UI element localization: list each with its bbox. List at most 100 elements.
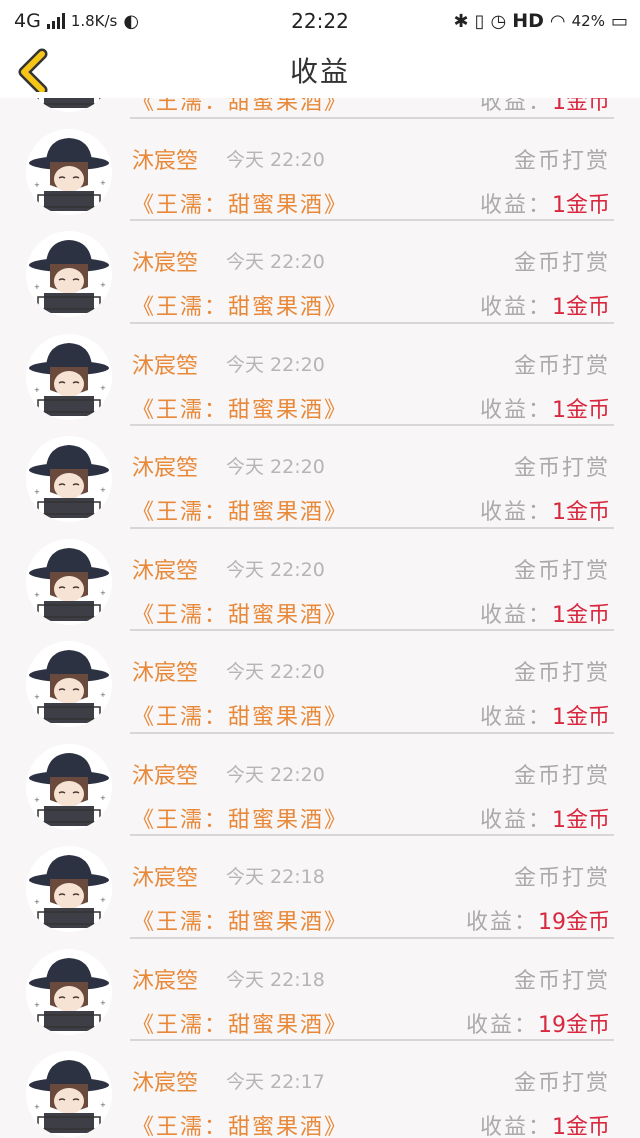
avatar-image: + + <box>26 333 112 420</box>
avatar[interactable]: + + <box>26 436 112 522</box>
amount-value: 1金币 <box>552 397 610 423</box>
svg-text:+: + <box>34 181 40 189</box>
timestamp: 今天 22:20 <box>226 763 325 786</box>
avatar[interactable]: + + <box>26 231 112 317</box>
income-amount: 收益：1金币 <box>480 597 610 629</box>
income-amount: 收益：1金币 <box>480 494 610 526</box>
page-title: 收益 <box>289 55 350 88</box>
work-title[interactable]: 《王濡：甜蜜果酒》 <box>132 289 348 321</box>
work-title[interactable]: 《王濡：甜蜜果酒》 <box>132 699 348 731</box>
svg-text:+: + <box>34 386 40 394</box>
income-amount: 收益：1金币 <box>480 98 610 116</box>
income-label: 收益： <box>465 1012 538 1038</box>
income-label: 收益： <box>479 98 552 115</box>
income-label: 收益： <box>479 602 552 628</box>
income-type: 金币打赏 <box>513 558 610 584</box>
work-title[interactable]: 《王濡：甜蜜果酒》 <box>132 802 348 834</box>
income-label: 收益： <box>479 1115 552 1138</box>
back-button[interactable] <box>14 48 54 96</box>
income-type: 金币打赏 <box>513 763 610 789</box>
list-item[interactable]: + + 沐宸箜 今天 22:20 金币打赏 《王濡：甜蜜果酒》 收益：1金币 <box>0 529 640 631</box>
svg-text:+: + <box>100 896 106 904</box>
svg-text:+: + <box>34 591 40 599</box>
avatar[interactable]: + + <box>26 128 112 215</box>
income-type: 金币打赏 <box>513 353 610 379</box>
avatar[interactable]: + + <box>26 538 112 625</box>
status-left: 4G 1.8K/s ◐ <box>14 10 139 32</box>
list-item[interactable]: + + 沐宸箜 今天 22:20 金币打赏 《王濡：甜蜜果酒》 收益：1金币 <box>0 631 640 734</box>
user-name[interactable]: 沐宸箜 <box>132 245 198 277</box>
list-item[interactable]: + + 沐宸箜 今天 22:20 金币打赏 《王濡：甜蜜果酒》 收益：1金币 <box>0 119 640 221</box>
svg-text:+: + <box>100 486 106 494</box>
avatar[interactable]: + + <box>26 1051 112 1137</box>
svg-text:+: + <box>100 1101 106 1109</box>
bluetooth-icon: ✱ <box>453 10 469 32</box>
income-type: 金币打赏 <box>513 251 610 276</box>
user-name[interactable]: 沐宸箜 <box>132 860 198 892</box>
svg-text:+: + <box>100 589 106 597</box>
income-type: 金币打赏 <box>513 456 610 481</box>
avatar[interactable]: + + <box>26 98 112 112</box>
user-name[interactable]: 沐宸箜 <box>132 450 198 482</box>
list-item[interactable]: + + 沐宸箜 今天 22:20 金币打赏 《王濡：甜蜜果酒》 收益：1金币 <box>0 324 640 426</box>
amount-value: 1金币 <box>552 1115 610 1138</box>
svg-text:+: + <box>100 999 106 1007</box>
work-title[interactable]: 《王濡：甜蜜果酒》 <box>132 1007 348 1039</box>
income-type: 金币打赏 <box>513 866 610 891</box>
income-amount: 收益：19金币 <box>466 904 610 936</box>
amount-value: 1金币 <box>552 500 610 525</box>
list-item[interactable]: + + 沐宸箜 今天 22:17 金币打赏 《王濡：甜蜜果酒》 收益：1金币 <box>0 1041 640 1138</box>
data-saver-icon: ◐ <box>123 10 140 32</box>
svg-text:+: + <box>100 384 106 392</box>
svg-text:+: + <box>100 179 106 187</box>
user-name[interactable]: 沐宸箜 <box>132 348 198 380</box>
list-item[interactable]: + + 沐宸箜 今天 22:20 金币打赏 《王濡：甜蜜果酒》 收益：1金币 <box>0 426 640 529</box>
work-title[interactable]: 《王濡：甜蜜果酒》 <box>132 904 348 936</box>
avatar[interactable]: + + <box>26 641 112 727</box>
avatar[interactable]: + + <box>26 743 112 830</box>
avatar[interactable]: + + <box>26 948 112 1035</box>
svg-text:+: + <box>100 794 106 802</box>
timestamp: 今天 22:17 <box>226 1071 325 1093</box>
work-title[interactable]: 《王濡：甜蜜果酒》 <box>132 597 348 629</box>
wifi-icon: ◠ <box>549 10 566 32</box>
amount-value: 1金币 <box>552 705 610 730</box>
income-label: 收益： <box>479 500 552 525</box>
list-item[interactable]: + + 沐宸箜 今天 22:18 金币打赏 《王濡：甜蜜果酒》 收益：19金币 <box>0 836 640 939</box>
timestamp: 今天 22:20 <box>226 558 325 581</box>
list-item[interactable]: + + 沐宸箜 今天 22:20 金币打赏 《王濡：甜蜜果酒》 收益：1金币 <box>0 221 640 324</box>
svg-text:+: + <box>34 1103 40 1111</box>
network-speed: 1.8K/s <box>70 12 118 30</box>
hd-badge: HD <box>512 10 544 32</box>
work-title[interactable]: 《王濡：甜蜜果酒》 <box>132 1109 348 1138</box>
work-title[interactable]: 《王濡：甜蜜果酒》 <box>132 187 348 219</box>
timestamp: 今天 22:18 <box>226 866 325 888</box>
user-name[interactable]: 沐宸箜 <box>132 655 198 687</box>
work-title[interactable]: 《王濡：甜蜜果酒》 <box>132 494 348 526</box>
signal-icon <box>46 13 65 29</box>
nav-bar: 收益 <box>0 42 640 98</box>
income-amount: 收益：1金币 <box>480 802 610 834</box>
timestamp: 今天 22:20 <box>226 148 325 171</box>
user-name[interactable]: 沐宸箜 <box>132 1065 198 1097</box>
list-item[interactable]: + + 沐宸箜 今天 22:18 金币打赏 《王濡：甜蜜果酒》 收益：19金币 <box>0 939 640 1041</box>
user-name[interactable]: 沐宸箜 <box>132 963 198 995</box>
svg-text:+: + <box>34 796 40 804</box>
list-item[interactable]: + + 《王濡：甜蜜果酒》 收益：1金币 <box>0 98 640 119</box>
avatar[interactable]: + + <box>26 333 112 420</box>
user-name[interactable]: 沐宸箜 <box>132 758 198 790</box>
income-list[interactable]: + + 《王濡：甜蜜果酒》 收益：1金币 + + 沐宸箜 <box>0 98 640 1138</box>
avatar-image: + + <box>26 128 112 215</box>
work-title[interactable]: 《王濡：甜蜜果酒》 <box>132 98 348 116</box>
work-title[interactable]: 《王濡：甜蜜果酒》 <box>132 392 348 424</box>
battery-level: 42% <box>571 12 605 30</box>
list-item[interactable]: + + 沐宸箜 今天 22:20 金币打赏 《王濡：甜蜜果酒》 收益：1金币 <box>0 734 640 836</box>
svg-text:+: + <box>34 283 40 291</box>
avatar-image: + + <box>26 98 112 112</box>
avatar[interactable]: + + <box>26 846 112 932</box>
avatar-image: + + <box>26 846 112 932</box>
user-name[interactable]: 沐宸箜 <box>132 143 198 175</box>
avatar-image: + + <box>26 948 112 1035</box>
user-name[interactable]: 沐宸箜 <box>132 553 198 585</box>
vibrate-icon: ▯ <box>474 10 485 32</box>
